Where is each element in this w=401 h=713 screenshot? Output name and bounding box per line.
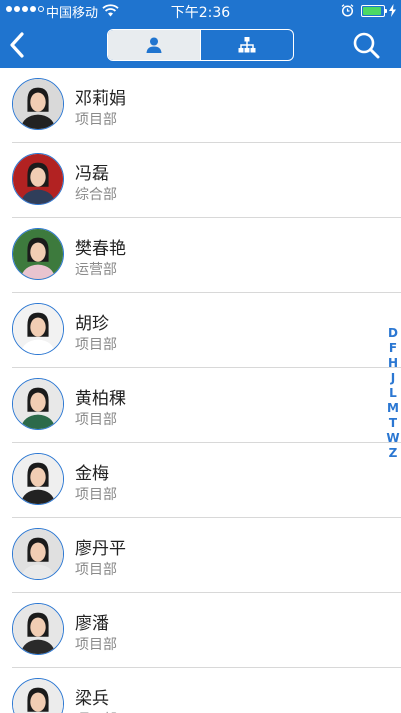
avatar: [12, 378, 64, 430]
contact-department: 综合部: [75, 187, 117, 203]
search-icon[interactable]: [352, 31, 380, 59]
contacts-screen: 中国移动 下午2:36 邓莉娟 项目部 冯磊 综合部 樊春艳 运营部 胡珍 项目…: [0, 0, 401, 713]
contact-row[interactable]: 金梅 项目部: [12, 443, 401, 518]
index-letter[interactable]: M: [387, 401, 399, 416]
org-chart-icon: [238, 37, 256, 53]
portrait-image: [13, 229, 63, 279]
status-bar: 中国移动 下午2:36: [0, 0, 401, 22]
avatar: [12, 528, 64, 580]
index-letter[interactable]: F: [389, 341, 397, 356]
alphabet-index: DFHJLMTWZ: [385, 326, 401, 461]
contact-department: 项目部: [75, 487, 117, 503]
contact-name: 胡珍: [75, 314, 109, 334]
avatar: [12, 453, 64, 505]
avatar: [12, 603, 64, 655]
charging-bolt-icon: [389, 4, 396, 17]
contact-department: 项目部: [75, 112, 117, 128]
view-switcher: [107, 29, 294, 61]
contact-row[interactable]: 黄柏稞 项目部: [12, 368, 401, 443]
contact-department: 运营部: [75, 262, 117, 278]
contact-name: 廖潘: [75, 614, 109, 634]
chevron-left-icon[interactable]: [6, 30, 28, 60]
index-letter[interactable]: D: [388, 326, 398, 341]
wifi-icon: [102, 4, 119, 17]
contact-row[interactable]: 冯磊 综合部: [12, 143, 401, 218]
portrait-image: [13, 304, 63, 354]
top-bar: 中国移动 下午2:36: [0, 0, 401, 68]
contact-department: 项目部: [75, 637, 117, 653]
index-letter[interactable]: L: [389, 386, 397, 401]
contact-name: 梁兵: [75, 689, 109, 709]
contact-row[interactable]: 廖丹平 项目部: [12, 518, 401, 593]
avatar: [12, 228, 64, 280]
index-letter[interactable]: W: [386, 431, 399, 446]
portrait-image: [13, 79, 63, 129]
contact-department: 项目部: [75, 709, 117, 713]
battery-icon: [361, 5, 387, 17]
contact-department: 项目部: [75, 412, 117, 428]
person-icon: [146, 37, 162, 53]
contact-name: 邓莉娟: [75, 89, 126, 109]
contact-name: 樊春艳: [75, 239, 126, 259]
clock: 下午2:36: [170, 5, 231, 21]
contact-row[interactable]: 樊春艳 运营部: [12, 218, 401, 293]
avatar: [12, 678, 64, 713]
index-letter[interactable]: J: [391, 371, 395, 386]
contact-name: 冯磊: [75, 164, 109, 184]
contact-department: 项目部: [75, 337, 117, 353]
carrier-name: 中国移动: [46, 6, 99, 21]
index-letter[interactable]: T: [389, 416, 397, 431]
contact-list: 邓莉娟 项目部 冯磊 综合部 樊春艳 运营部 胡珍 项目部 黄柏稞 项目部 金梅 项目部 廖丹平 项目部廖…: [0, 68, 401, 713]
tab-contacts[interactable]: [108, 30, 201, 60]
index-letter[interactable]: H: [388, 356, 398, 371]
contact-name: 廖丹平: [75, 539, 126, 559]
alarm-icon: [341, 4, 354, 17]
portrait-image: [13, 679, 63, 713]
avatar: [12, 303, 64, 355]
contact-name: 黄柏稞: [75, 389, 126, 409]
signal-strength-icon: [6, 6, 44, 12]
index-letter[interactable]: Z: [389, 446, 398, 461]
contact-department: 项目部: [75, 562, 117, 578]
contact-row[interactable]: 邓莉娟 项目部: [12, 68, 401, 143]
contact-name: 金梅: [75, 464, 109, 484]
portrait-image: [13, 454, 63, 504]
portrait-image: [13, 529, 63, 579]
portrait-image: [13, 379, 63, 429]
contact-row[interactable]: 廖潘 项目部: [12, 593, 401, 668]
tab-organization[interactable]: [201, 30, 293, 60]
portrait-image: [13, 154, 63, 204]
avatar: [12, 153, 64, 205]
portrait-image: [13, 604, 63, 654]
avatar: [12, 78, 64, 130]
contact-row[interactable]: 胡珍 项目部: [12, 293, 401, 368]
contact-row[interactable]: 梁兵项目部: [12, 668, 401, 713]
